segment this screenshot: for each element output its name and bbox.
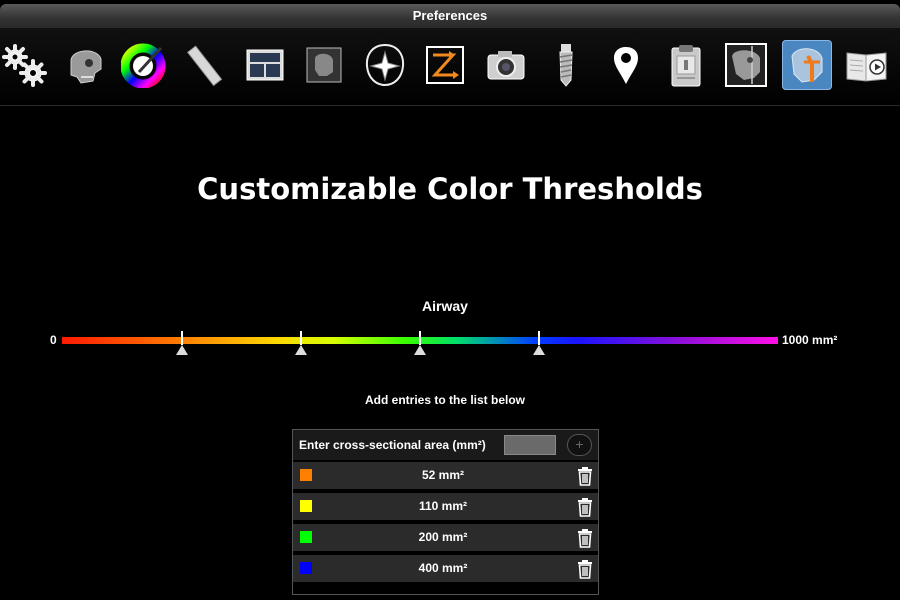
location-pin-icon (614, 47, 638, 84)
threshold-value: 110 mm² (418, 499, 468, 513)
toolbar-measurement[interactable] (179, 40, 229, 90)
threshold-marker-4[interactable] (532, 331, 545, 355)
delete-threshold-button[interactable] (576, 559, 594, 579)
threshold-marker-3[interactable] (414, 331, 426, 355)
threshold-value: 400 mm² (418, 561, 468, 575)
toolbar-landmarks[interactable] (601, 40, 651, 90)
toolbar-tutorials[interactable] (842, 40, 892, 90)
threshold-value: 200 mm² (418, 530, 468, 544)
gears-icon (2, 44, 47, 87)
entry-header: Enter cross-sectional area (mm²) + (293, 430, 598, 460)
trash-icon (578, 560, 592, 579)
toolbar-airway[interactable] (782, 40, 832, 90)
skull-icon (70, 50, 102, 84)
delete-threshold-button[interactable] (576, 466, 594, 486)
toolbar-xray-view[interactable] (299, 40, 349, 90)
clipboard-icon (671, 45, 701, 87)
zoom-arrows-icon (426, 46, 464, 84)
threshold-row[interactable]: 200 mm² (293, 524, 598, 551)
ceph-xray-icon (725, 43, 767, 87)
page-title: Customizable Color Thresholds (197, 172, 703, 206)
marker-handle (176, 345, 189, 355)
marker-stem (537, 331, 540, 345)
marker-stem (181, 331, 184, 345)
camera-icon (487, 51, 525, 80)
threshold-row[interactable]: 110 mm² (293, 493, 598, 520)
threshold-marker-1[interactable] (176, 331, 189, 355)
threshold-value: 52 mm² (421, 468, 465, 482)
threshold-marker-2[interactable] (295, 331, 308, 355)
book-video-icon (846, 52, 887, 82)
airway-icon (791, 48, 823, 83)
toolbar-ceph-view[interactable] (721, 40, 771, 90)
scale-max-label: 1000 mm² (782, 333, 838, 347)
toolbar-implant[interactable] (541, 40, 591, 90)
trash-icon (578, 467, 592, 486)
xray-head-icon (306, 47, 342, 83)
area-input-label: Enter cross-sectional area (mm²) (299, 438, 486, 452)
area-input[interactable] (504, 435, 556, 455)
scale-min-label: 0 (50, 333, 57, 347)
marker-stem (419, 331, 421, 345)
delete-threshold-button[interactable] (576, 497, 594, 517)
toolbar-3d-skull[interactable] (60, 40, 110, 90)
delete-threshold-button[interactable] (576, 528, 594, 548)
color-wheel-icon (121, 43, 166, 88)
implant-icon (559, 44, 573, 87)
toolbar-report[interactable] (661, 40, 711, 90)
marker-handle (295, 345, 308, 355)
threshold-row[interactable]: 52 mm² (293, 462, 598, 489)
preferences-toolbar (0, 28, 900, 106)
toolbar-layout[interactable] (240, 40, 290, 90)
instruction-text: Add entries to the list below (364, 393, 525, 407)
marker-handle (414, 345, 426, 355)
trash-icon (578, 529, 592, 548)
trash-icon (578, 498, 592, 517)
toolbar-color-settings[interactable] (119, 40, 169, 90)
toolbar-screenshot[interactable] (481, 40, 531, 90)
toolbar-general-settings[interactable] (0, 40, 50, 90)
layout-icon (246, 49, 284, 81)
threshold-row[interactable]: 400 mm² (293, 555, 598, 582)
threshold-list-panel: Enter cross-sectional area (mm²) + 52 mm… (292, 429, 599, 595)
toolbar-orientation[interactable] (360, 40, 410, 90)
compass-head-icon (365, 43, 405, 87)
window-title: Preferences (0, 4, 900, 28)
marker-handle (532, 345, 545, 355)
ruler-icon (187, 45, 223, 87)
scale-title: Airway (422, 298, 468, 314)
toolbar-zoom[interactable] (420, 40, 470, 90)
marker-stem (300, 331, 303, 345)
add-entry-button[interactable]: + (567, 434, 592, 456)
